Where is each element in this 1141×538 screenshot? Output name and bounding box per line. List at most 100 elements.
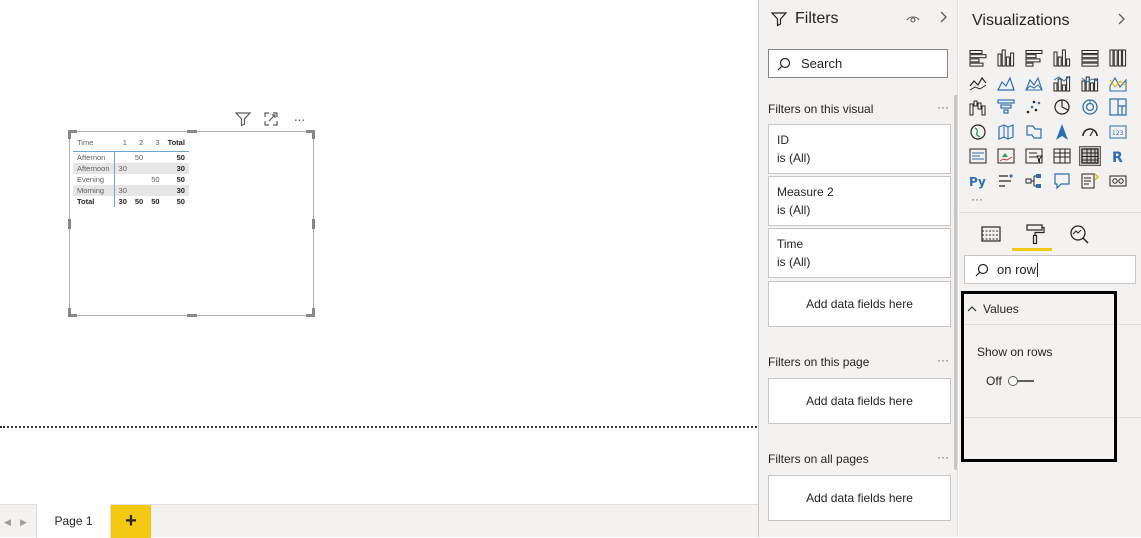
100-bar-icon[interactable] bbox=[1079, 48, 1101, 68]
kpi-icon[interactable] bbox=[995, 146, 1017, 166]
cell: 30 bbox=[114, 162, 131, 174]
cell bbox=[130, 162, 148, 174]
visual-type-gallery: 123 R Py bbox=[967, 48, 1135, 195]
cell bbox=[130, 184, 148, 196]
filters-scrollbar[interactable] bbox=[954, 95, 957, 470]
filter-card-measure-2[interactable]: Measure 2 is (All) bbox=[768, 176, 951, 226]
collapse-visualizations-icon[interactable] bbox=[1117, 12, 1127, 29]
treemap-icon[interactable] bbox=[1107, 97, 1129, 117]
next-page-icon[interactable]: ▶ bbox=[20, 517, 27, 528]
filters-pane: Filters Search Filters on this visual ··… bbox=[758, 0, 958, 537]
funnel-icon[interactable] bbox=[995, 97, 1017, 117]
python-visual-icon[interactable]: Py bbox=[967, 171, 989, 191]
clustered-column-icon[interactable] bbox=[1051, 48, 1073, 68]
shape-map-icon[interactable] bbox=[1023, 122, 1045, 142]
more-options-icon[interactable]: ··· bbox=[937, 100, 949, 114]
azure-map-icon[interactable] bbox=[1051, 122, 1073, 142]
section-filters-on-all-pages: Filters on all pages ··· bbox=[768, 450, 951, 466]
map-icon[interactable] bbox=[967, 122, 989, 142]
column-header[interactable]: 2 bbox=[131, 135, 147, 151]
row-label: Total bbox=[73, 195, 115, 207]
resize-handle-br-v[interactable] bbox=[312, 308, 315, 317]
row-label: Evening bbox=[73, 173, 115, 185]
filter-card-time[interactable]: Time is (All) bbox=[768, 228, 951, 278]
column-header[interactable]: Total bbox=[164, 135, 189, 151]
matrix-icon[interactable] bbox=[1079, 146, 1101, 166]
eye-icon[interactable] bbox=[906, 12, 920, 30]
more-options-icon[interactable]: ··· bbox=[290, 110, 308, 128]
matrix-visual[interactable]: Time 1 2 3 Total Afternon 50 50 Afternoo… bbox=[68, 130, 315, 317]
svg-text:123: 123 bbox=[1112, 130, 1124, 137]
prev-page-icon[interactable]: ◀ bbox=[4, 517, 11, 528]
line-clustered-column-icon[interactable] bbox=[1079, 73, 1101, 93]
cell-total: 30 bbox=[163, 162, 189, 174]
resize-handle-tr-v[interactable] bbox=[312, 130, 315, 139]
add-page-button[interactable]: + bbox=[111, 505, 151, 538]
filter-field-name: Time bbox=[777, 237, 804, 251]
cell bbox=[147, 162, 164, 174]
filter-card-id[interactable]: ID is (All) bbox=[768, 124, 951, 174]
add-data-fields-visual[interactable]: Add data fields here bbox=[768, 281, 951, 327]
slicer-icon[interactable] bbox=[1023, 146, 1045, 166]
clustered-bar-icon[interactable] bbox=[1023, 48, 1045, 68]
visualizations-pane: Visualizations 123 R Py ··· on row Values … bbox=[959, 0, 1141, 537]
qa-icon[interactable] bbox=[1051, 171, 1073, 191]
scatter-icon[interactable] bbox=[1023, 97, 1045, 117]
table-icon[interactable] bbox=[1051, 146, 1073, 166]
stacked-bar-icon[interactable] bbox=[967, 48, 989, 68]
paginated-report-icon[interactable] bbox=[1107, 171, 1129, 191]
svg-text:R: R bbox=[1112, 150, 1123, 165]
collapse-filters-icon[interactable] bbox=[939, 10, 949, 27]
area-chart-icon[interactable] bbox=[995, 73, 1017, 93]
search-placeholder: Search bbox=[801, 56, 843, 71]
smart-narrative-icon[interactable] bbox=[1079, 171, 1101, 191]
100-column-icon[interactable] bbox=[1107, 48, 1129, 68]
page-boundary bbox=[0, 426, 757, 428]
column-header[interactable]: 3 bbox=[147, 135, 163, 151]
more-options-icon[interactable]: ··· bbox=[937, 353, 949, 367]
add-data-fields-page[interactable]: Add data fields here bbox=[768, 378, 951, 424]
pie-chart-icon[interactable] bbox=[1051, 97, 1073, 117]
highlight-box bbox=[961, 291, 1117, 462]
filter-icon[interactable] bbox=[234, 110, 252, 128]
decomposition-tree-icon[interactable] bbox=[1023, 171, 1045, 191]
tab-page-1[interactable]: Page 1 bbox=[36, 504, 111, 538]
stacked-area-icon[interactable] bbox=[1023, 73, 1045, 93]
donut-chart-icon[interactable] bbox=[1079, 97, 1101, 117]
section-title: Filters on all pages bbox=[768, 452, 869, 466]
fields-tab-icon[interactable] bbox=[979, 222, 1003, 246]
stacked-column-icon[interactable] bbox=[995, 48, 1017, 68]
svg-text:Py: Py bbox=[969, 175, 986, 189]
resize-handle-left[interactable] bbox=[68, 219, 71, 229]
resize-handle-top[interactable] bbox=[187, 130, 197, 133]
add-data-fields-all[interactable]: Add data fields here bbox=[768, 475, 951, 521]
resize-handle-bl-v[interactable] bbox=[68, 308, 71, 317]
waterfall-icon[interactable] bbox=[967, 97, 989, 117]
multi-row-card-icon[interactable] bbox=[967, 146, 989, 166]
gauge-icon[interactable] bbox=[1079, 122, 1101, 142]
line-column-icon[interactable] bbox=[1051, 73, 1073, 93]
report-canvas[interactable]: ··· Time 1 2 3 Total Afternon 50 50 Afte… bbox=[0, 0, 758, 504]
ribbon-chart-icon[interactable] bbox=[1107, 73, 1129, 93]
resize-handle-right[interactable] bbox=[312, 219, 315, 229]
format-search-input[interactable]: on row bbox=[964, 255, 1136, 284]
resize-handle-tl-v[interactable] bbox=[68, 130, 71, 139]
focus-mode-icon[interactable] bbox=[262, 110, 280, 128]
line-chart-icon[interactable] bbox=[967, 73, 989, 93]
more-visuals-icon[interactable]: ··· bbox=[971, 192, 983, 206]
format-paint-roller-icon[interactable] bbox=[1023, 222, 1047, 246]
filters-search-input[interactable]: Search bbox=[768, 49, 948, 78]
cell-total: 30 bbox=[163, 184, 189, 196]
filled-map-icon[interactable] bbox=[995, 122, 1017, 142]
r-visual-icon[interactable]: R bbox=[1107, 146, 1129, 166]
key-influencers-icon[interactable] bbox=[995, 171, 1017, 191]
column-header[interactable]: 1 bbox=[114, 135, 131, 151]
card-icon[interactable]: 123 bbox=[1107, 122, 1129, 142]
cell bbox=[114, 151, 131, 163]
column-header[interactable]: Time bbox=[73, 135, 114, 151]
more-options-icon[interactable]: ··· bbox=[937, 450, 949, 464]
cell-total: 50 bbox=[134, 196, 144, 206]
resize-handle-bottom[interactable] bbox=[187, 314, 197, 317]
cell bbox=[131, 174, 147, 185]
analytics-tab-icon[interactable] bbox=[1067, 222, 1091, 246]
